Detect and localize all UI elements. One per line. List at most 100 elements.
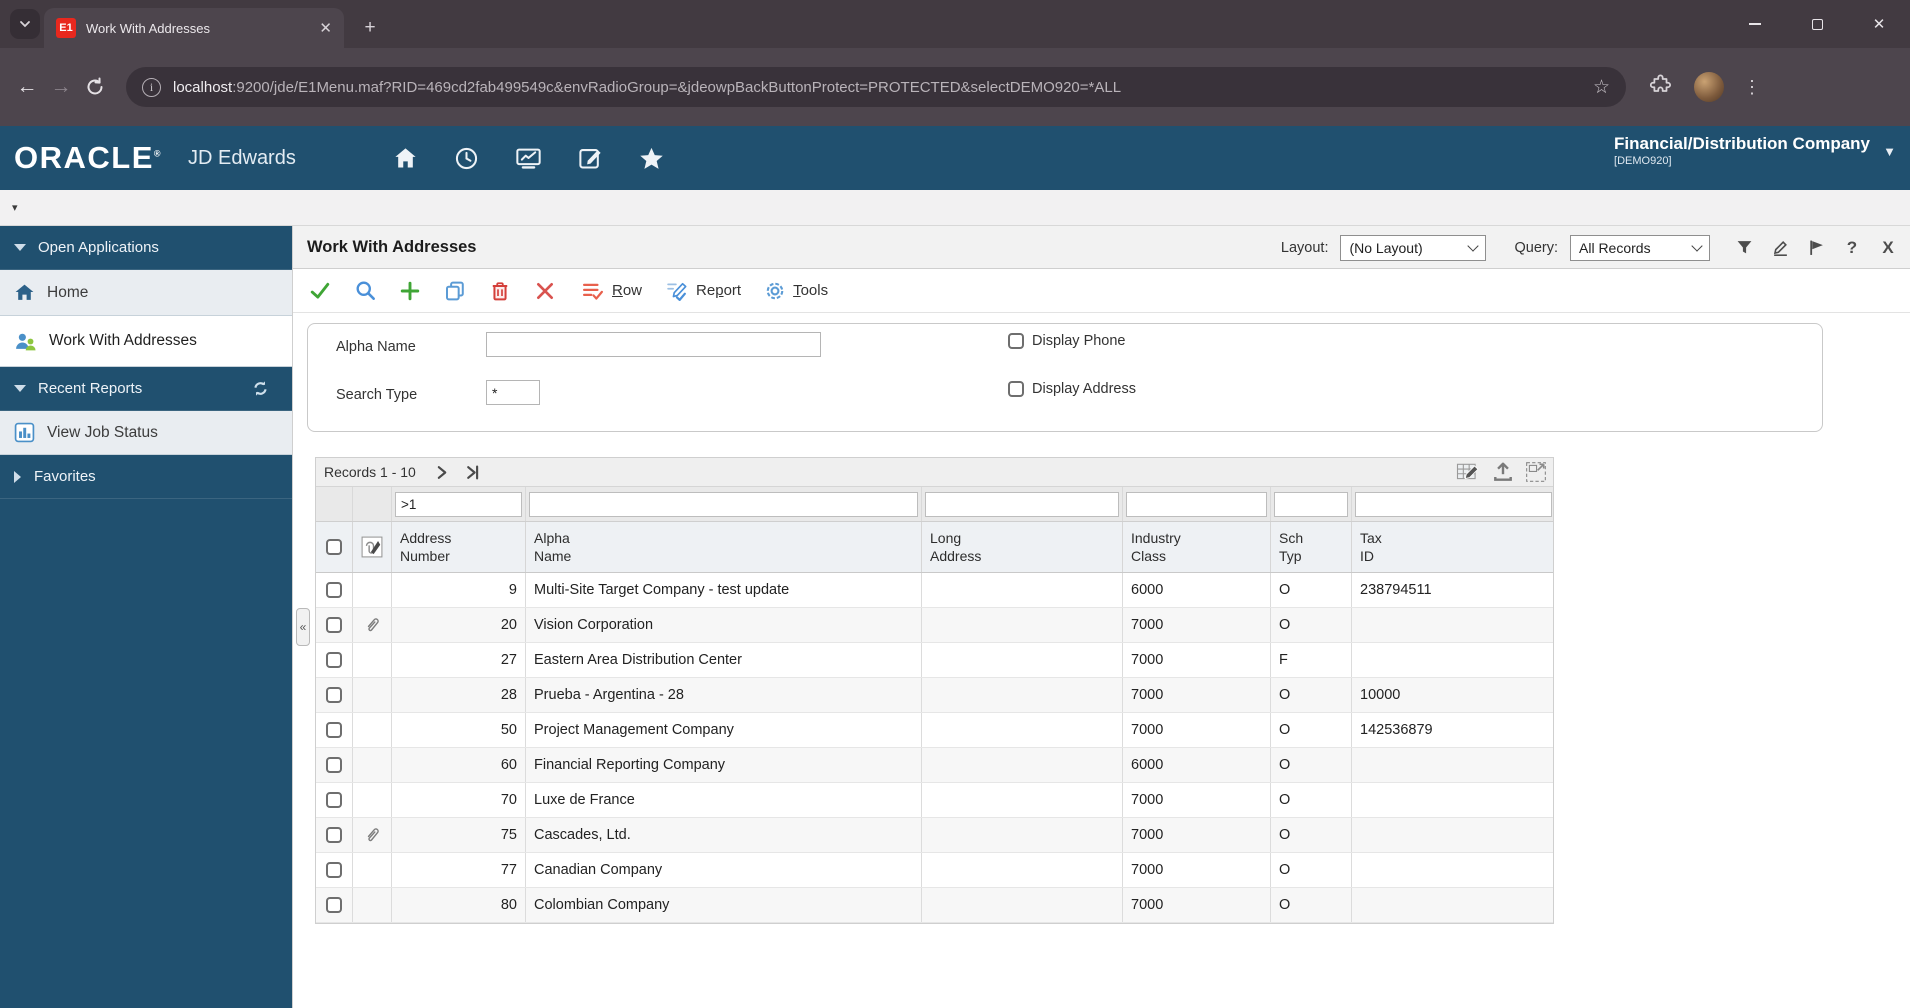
recent-history-icon[interactable] <box>453 145 480 172</box>
attachment-column-header[interactable] <box>353 522 392 572</box>
search-type-input[interactable] <box>486 380 540 405</box>
row-checkbox[interactable] <box>326 652 342 668</box>
new-tab-button[interactable]: + <box>356 14 384 42</box>
next-page-button[interactable] <box>434 465 449 480</box>
maximize-grid-button[interactable] <box>1525 461 1547 488</box>
environment-selector[interactable]: Financial/Distribution Company [DEMO920] <box>1614 134 1870 167</box>
column-header-sch-typ[interactable]: Sch Typ <box>1271 522 1352 572</box>
column-header-address-number[interactable]: Address Number <box>392 522 526 572</box>
last-page-button[interactable] <box>465 465 480 480</box>
column-header-alpha-name[interactable]: Alpha Name <box>526 522 922 572</box>
display-phone-checkbox[interactable] <box>1008 333 1024 349</box>
display-address-checkbox[interactable] <box>1008 381 1024 397</box>
tab-close-icon[interactable]: ✕ <box>319 19 332 37</box>
tab-search-button[interactable] <box>10 9 40 39</box>
section-recent-reports[interactable]: Recent Reports <box>0 367 292 411</box>
watchlist-icon[interactable] <box>514 145 543 172</box>
close-x-icon <box>535 281 555 301</box>
reload-icon <box>85 77 105 97</box>
environment-caret-icon[interactable]: ▼ <box>1883 144 1896 159</box>
qbe-address-number-input[interactable] <box>395 492 522 517</box>
export-icon <box>1492 461 1514 483</box>
reload-button[interactable] <box>78 70 112 104</box>
tools-menu[interactable]: Tools <box>764 280 828 302</box>
sidebar-item-home[interactable]: Home <box>0 270 292 316</box>
cell-address-number: 9 <box>509 582 517 598</box>
row-checkbox[interactable] <box>326 617 342 633</box>
bookmark-star-icon[interactable]: ☆ <box>1593 76 1610 99</box>
select-button[interactable] <box>307 278 333 304</box>
refresh-icon[interactable] <box>251 379 270 402</box>
sidebar-collapse-handle[interactable]: « <box>296 608 310 646</box>
close-application-button[interactable]: X <box>1876 236 1900 260</box>
window-minimize-button[interactable] <box>1724 0 1786 48</box>
window-maximize-button[interactable] <box>1786 0 1848 48</box>
row-menu-label: Row <box>612 282 642 299</box>
qbe-tax-id-input[interactable] <box>1355 492 1552 517</box>
run-query-button[interactable] <box>1804 236 1828 260</box>
qbe-industry-class-input[interactable] <box>1126 492 1267 517</box>
section-open-applications[interactable]: Open Applications <box>0 226 292 270</box>
export-grid-button[interactable] <box>1492 461 1514 488</box>
row-checkbox[interactable] <box>326 862 342 878</box>
section-favorites[interactable]: Favorites <box>0 455 292 499</box>
back-button[interactable]: ← <box>10 70 44 104</box>
query-select[interactable]: All Records <box>1570 235 1710 261</box>
browser-menu-button[interactable]: ⋮ <box>1742 77 1762 98</box>
layout-select[interactable]: (No Layout) <box>1340 235 1486 261</box>
copy-button[interactable] <box>442 278 468 304</box>
table-row[interactable]: 77 Canadian Company 7000 O <box>316 853 1553 888</box>
row-menu[interactable]: Row <box>581 281 642 301</box>
sidebar-item-work-with-addresses[interactable]: Work With Addresses <box>0 316 292 367</box>
carousel-caret-icon[interactable]: ▾ <box>12 201 18 214</box>
column-header-tax-id[interactable]: Tax ID <box>1352 522 1555 572</box>
report-menu[interactable]: Report <box>665 281 741 301</box>
qbe-long-address-input[interactable] <box>925 492 1119 517</box>
qbe-alpha-name-input[interactable] <box>529 492 918 517</box>
browser-tab[interactable]: E1 Work With Addresses ✕ <box>44 8 344 48</box>
compose-icon[interactable] <box>577 145 604 172</box>
find-button[interactable] <box>352 278 378 304</box>
table-row[interactable]: 70 Luxe de France 7000 O <box>316 783 1553 818</box>
qbe-sch-typ-input[interactable] <box>1274 492 1348 517</box>
browser-profile-avatar[interactable] <box>1694 72 1724 102</box>
address-bar[interactable]: i localhost:9200/jde/E1Menu.maf?RID=469c… <box>126 67 1626 107</box>
table-row[interactable]: 27 Eastern Area Distribution Center 7000… <box>316 643 1553 678</box>
window-close-button[interactable]: ✕ <box>1848 0 1910 48</box>
favorites-star-icon[interactable] <box>638 145 665 172</box>
row-checkbox[interactable] <box>326 582 342 598</box>
section-label: Favorites <box>34 468 96 485</box>
edit-query-button[interactable] <box>1768 236 1792 260</box>
filter-button[interactable] <box>1732 236 1756 260</box>
close-button[interactable] <box>532 278 558 304</box>
forward-button[interactable]: → <box>44 70 78 104</box>
table-row[interactable]: 20 Vision Corporation 7000 O <box>316 608 1553 643</box>
column-header-industry-class[interactable]: Industry Class <box>1123 522 1271 572</box>
home-nav-icon[interactable] <box>392 145 419 172</box>
extensions-button[interactable] <box>1650 74 1672 101</box>
table-row[interactable]: 9 Multi-Site Target Company - test updat… <box>316 573 1553 608</box>
table-row[interactable]: 28 Prueba - Argentina - 28 7000 O 10000 <box>316 678 1553 713</box>
row-checkbox[interactable] <box>326 722 342 738</box>
help-button[interactable]: ? <box>1840 236 1864 260</box>
url-text[interactable]: localhost:9200/jde/E1Menu.maf?RID=469cd2… <box>173 79 1583 96</box>
add-button[interactable] <box>397 278 423 304</box>
maximize-icon <box>1812 19 1823 30</box>
alpha-name-input[interactable] <box>486 332 821 357</box>
row-checkbox[interactable] <box>326 687 342 703</box>
delete-button[interactable] <box>487 278 513 304</box>
column-header-long-address[interactable]: Long Address <box>922 522 1123 572</box>
table-row[interactable]: 80 Colombian Company 7000 O <box>316 888 1553 923</box>
cell-sch-typ: F <box>1279 652 1288 668</box>
row-checkbox[interactable] <box>326 792 342 808</box>
table-row[interactable]: 60 Financial Reporting Company 6000 O <box>316 748 1553 783</box>
table-row[interactable]: 50 Project Management Company 7000 O 142… <box>316 713 1553 748</box>
site-info-icon[interactable]: i <box>142 78 161 97</box>
customize-grid-button[interactable] <box>1456 461 1481 488</box>
sidebar-item-view-job-status[interactable]: View Job Status <box>0 411 292 455</box>
row-checkbox[interactable] <box>326 897 342 913</box>
select-all-checkbox[interactable] <box>326 539 342 555</box>
table-row[interactable]: 75 Cascades, Ltd. 7000 O <box>316 818 1553 853</box>
row-checkbox[interactable] <box>326 827 342 843</box>
row-checkbox[interactable] <box>326 757 342 773</box>
